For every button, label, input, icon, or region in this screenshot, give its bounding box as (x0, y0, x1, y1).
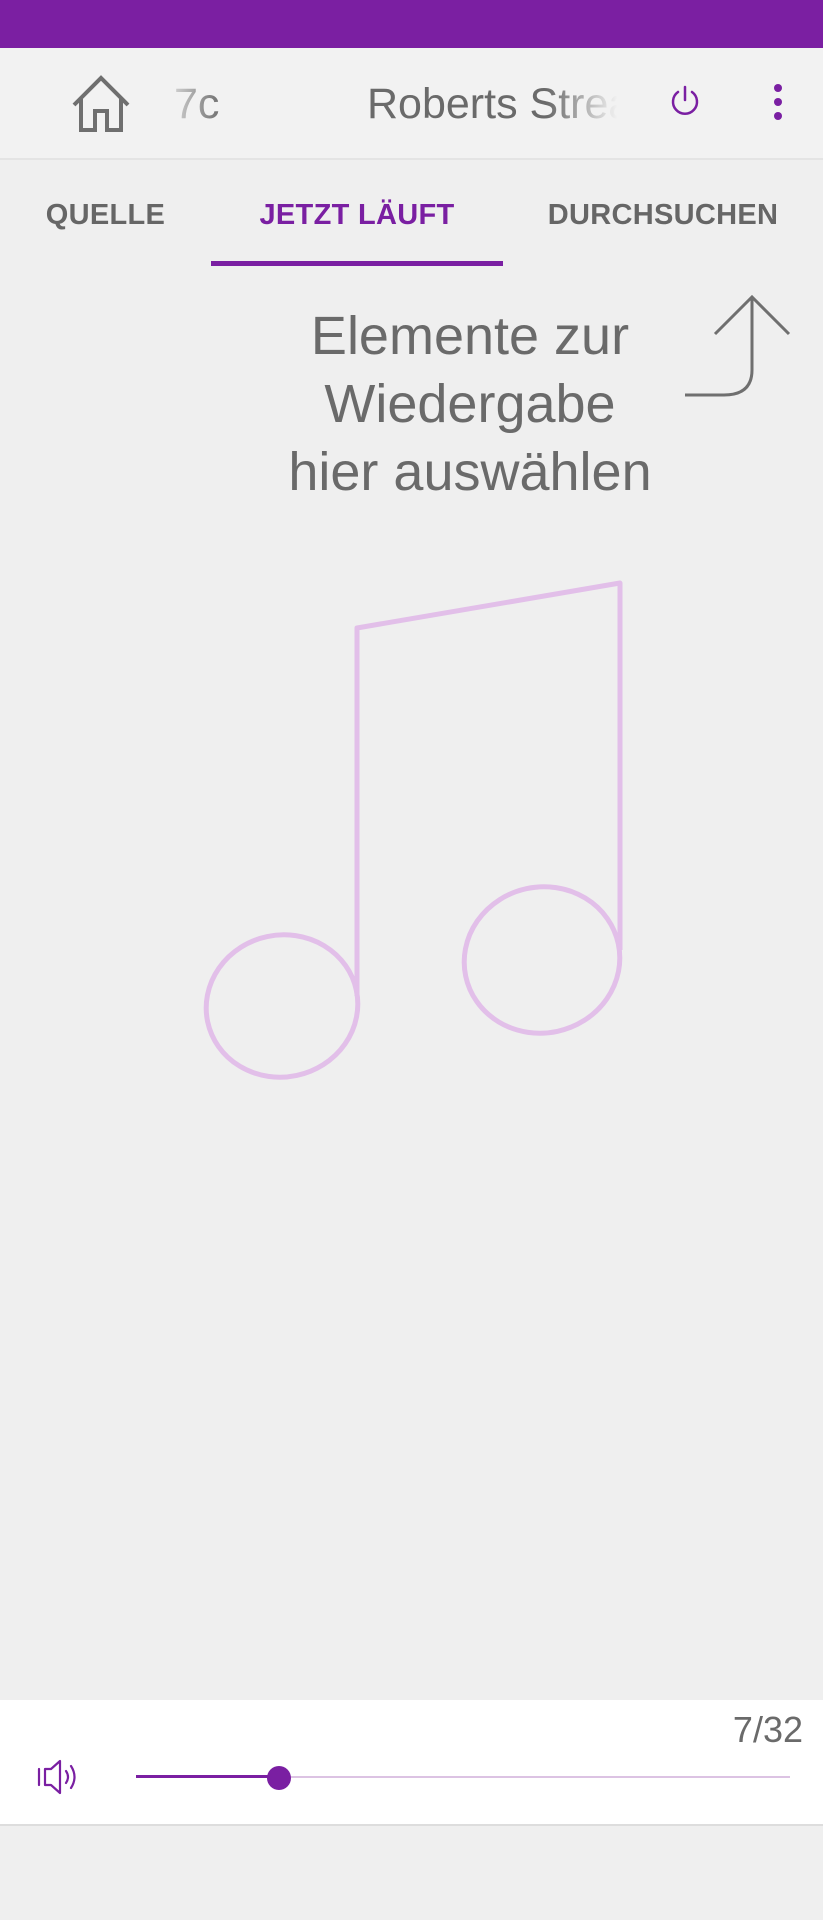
power-icon (671, 85, 699, 115)
tab-source[interactable]: QUELLE (0, 162, 211, 268)
tab-source-label: QUELLE (45, 198, 166, 231)
tab-browse[interactable]: DURCHSUCHEN (503, 162, 823, 268)
volume-slider-thumb[interactable] (267, 1766, 292, 1790)
room-name[interactable]: 7c (174, 78, 244, 130)
tab-now-playing-label: JETZT LÄUFT (259, 198, 455, 231)
corner-up-arrow-icon (682, 292, 794, 400)
music-note-icon (200, 578, 628, 1086)
mute-button[interactable] (36, 1756, 82, 1798)
more-vertical-icon (774, 84, 782, 120)
device-name[interactable]: Roberts Stream (367, 78, 617, 130)
home-icon (72, 75, 130, 132)
volume-readout: 7/32 (732, 1709, 803, 1750)
tab-bar: QUELLE JETZT LÄUFT DURCHSUCHEN (0, 162, 823, 268)
hint-line-2: Wiedergabe (324, 374, 616, 434)
active-tab-indicator (211, 261, 503, 266)
empty-queue-hint: Elemente zur Wiedergabe hier auswählen (230, 302, 710, 506)
tab-now-playing[interactable]: JETZT LÄUFT (211, 162, 503, 268)
power-button[interactable] (666, 82, 704, 120)
home-button[interactable] (68, 73, 134, 135)
speaker-icon (37, 1759, 76, 1795)
player-bar: 7/32 (0, 1700, 823, 1826)
hint-line-3: hier auswählen (288, 442, 652, 502)
tab-browse-label: DURCHSUCHEN (547, 198, 779, 231)
hint-line-1: Elemente zur (310, 306, 630, 366)
toolbar: 7c Roberts Stream (0, 48, 823, 160)
volume-slider-fill (136, 1775, 280, 1778)
overflow-menu-button[interactable] (762, 78, 794, 130)
volume-slider[interactable] (136, 1756, 790, 1800)
status-bar (0, 0, 823, 48)
